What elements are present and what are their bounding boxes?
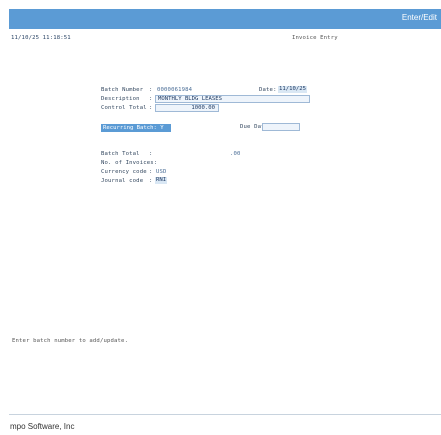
timestamp: 11/10/25 11:18:51 — [11, 35, 71, 41]
status-message: Enter batch number to add/update. — [12, 338, 129, 344]
batch-number-label: Batch Number — [101, 87, 144, 93]
invoice-count-label: No. of Invoices: — [101, 160, 158, 166]
enter-edit-mode-label[interactable]: Enter/Edit — [402, 13, 437, 22]
recurring-batch-field[interactable]: Recurring Batch: Y — [101, 124, 171, 132]
footer-divider — [9, 414, 441, 415]
currency-code-label: Currency code — [101, 169, 147, 175]
currency-code-value[interactable]: USD — [156, 169, 167, 175]
journal-code-label: Journal code — [101, 178, 144, 184]
batch-number-separator: : — [149, 87, 153, 93]
journal-code-separator: : — [149, 178, 153, 184]
description-separator: : — [149, 96, 153, 102]
batch-total-separator: : — [149, 151, 153, 157]
footer-company: mpo Software, Inc — [10, 422, 75, 431]
control-total-label: Control Total — [101, 105, 147, 111]
description-label: Description — [101, 96, 140, 102]
screen-title: Invoice Entry — [292, 35, 338, 41]
batch-total-value: .00 — [230, 151, 241, 157]
date-value[interactable]: 11/10/25 — [278, 86, 307, 93]
batch-number-value[interactable]: 0000061984 — [157, 87, 192, 93]
control-total-separator: : — [149, 105, 153, 111]
due-date-input[interactable] — [262, 123, 300, 131]
currency-code-separator: : — [149, 169, 153, 175]
journal-code-value[interactable]: RNI — [155, 177, 168, 184]
batch-total-label: Batch Total — [101, 151, 140, 157]
control-total-input[interactable]: 1000.00 — [155, 104, 219, 112]
description-input[interactable]: MONTHLY BLDG LEASES — [155, 95, 310, 103]
title-bar: Enter/Edit — [9, 9, 441, 29]
date-label: Date: — [259, 87, 277, 93]
